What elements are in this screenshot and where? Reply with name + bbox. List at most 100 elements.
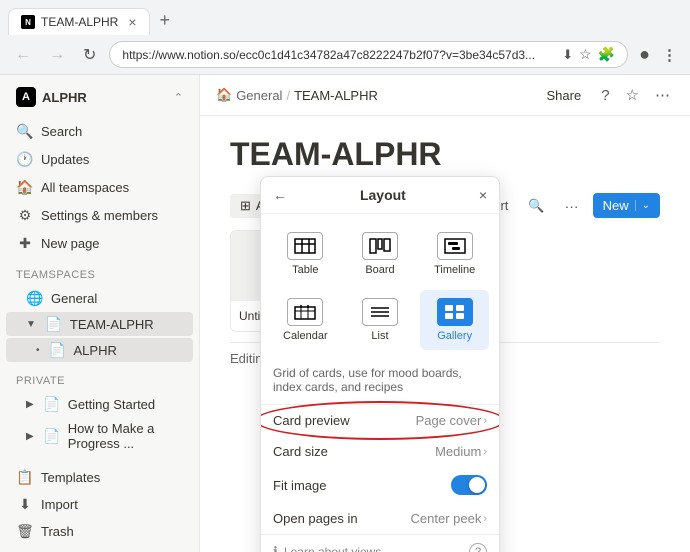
workspace-header[interactable]: A ALPHR ⌃ <box>6 79 193 115</box>
forward-button[interactable]: → <box>44 43 70 67</box>
popup-back-button[interactable]: ← <box>273 187 287 203</box>
layout-option-list[interactable]: List <box>346 290 415 350</box>
content-area: TEAM-ALPHR ⊞ ALPHR ⌄ Filter Sort 🔍 ··· N… <box>200 116 690 552</box>
sidebar-item-team-alphr[interactable]: ▼ 📄 TEAM-ALPHR <box>6 312 193 336</box>
sidebar-item-label: Getting Started <box>68 397 183 412</box>
tab-favicon: N <box>21 15 35 29</box>
tab-bar: N TEAM-ALPHR × + <box>0 0 690 35</box>
fit-image-label: Fit image <box>273 478 451 493</box>
board-layout-icon <box>362 232 398 260</box>
sidebar-item-label: Trash <box>41 524 183 539</box>
import-icon: ⬇ <box>16 495 34 513</box>
popup-rows-container: Card preview Page cover › Card size M <box>261 405 499 534</box>
updates-icon: 🕐 <box>16 150 34 168</box>
sidebar-item-trash[interactable]: 🗑 Trash <box>6 518 193 544</box>
sidebar-item-new-page[interactable]: ✚ New page <box>6 230 193 256</box>
popup-row-card-preview[interactable]: Card preview Page cover › <box>261 405 499 436</box>
sidebar-item-label: Import <box>41 497 183 512</box>
timeline-layout-icon <box>437 232 473 260</box>
calendar-layout-icon <box>287 298 323 326</box>
popup-header: ← Layout × <box>261 177 499 214</box>
layout-option-gallery[interactable]: Gallery <box>420 290 489 350</box>
card-preview-value: Page cover › <box>416 413 487 428</box>
help-button[interactable]: ? <box>469 543 487 552</box>
alphr-icon: 📄 <box>49 341 67 359</box>
new-button[interactable]: New ⌄ <box>593 193 660 218</box>
sidebar-item-label: Templates <box>41 470 183 485</box>
layout-option-label: Table <box>292 264 318 276</box>
breadcrumb-home-icon: 🏠 <box>216 87 232 103</box>
new-button-label: New <box>603 198 629 213</box>
list-layout-icon <box>362 298 398 326</box>
extension-icon[interactable]: 🧩 <box>598 46 615 63</box>
open-pages-label: Open pages in <box>273 511 411 526</box>
new-page-icon: ✚ <box>16 234 34 252</box>
layout-option-calendar[interactable]: Calendar <box>271 290 340 350</box>
sidebar-item-progress[interactable]: ▶ 📄 How to Make a Progress ... <box>6 418 193 454</box>
gallery-layout-icon <box>437 298 473 326</box>
main-content: 🏠 General / TEAM-ALPHR Share ? ☆ ⋯ TEAM-… <box>200 75 690 552</box>
page-title: TEAM-ALPHR <box>230 136 660 173</box>
address-bar[interactable]: https://www.notion.so/ecc0c1d41c34782a47… <box>109 41 628 68</box>
layout-option-table[interactable]: Table <box>271 224 340 284</box>
templates-icon: 📋 <box>16 468 34 486</box>
sidebar-item-search[interactable]: 🔍 Search <box>6 118 193 144</box>
sidebar-item-general[interactable]: 🌐 General <box>6 286 193 310</box>
star-icon[interactable]: ☆ <box>579 46 592 63</box>
sidebar-item-templates[interactable]: 📋 Templates <box>6 464 193 490</box>
layout-option-label: Calendar <box>283 330 328 342</box>
layout-option-board[interactable]: Board <box>346 224 415 284</box>
sidebar-item-label: Settings & members <box>41 208 183 223</box>
breadcrumb-general: General <box>236 88 282 103</box>
popup-row-open-pages[interactable]: Open pages in Center peek › <box>261 503 499 534</box>
search-button[interactable]: 🔍 <box>522 195 550 217</box>
sidebar-item-updates[interactable]: 🕐 Updates <box>6 146 193 172</box>
new-tab-button[interactable]: + <box>152 6 179 35</box>
private-section-label: Private <box>0 367 199 391</box>
nav-bar: ← → ↻ https://www.notion.so/ecc0c1d41c34… <box>0 35 690 74</box>
teamspaces-section-label: Teamspaces <box>0 261 199 285</box>
workspace-icon: A <box>16 87 36 107</box>
learn-about-views-link[interactable]: Learn about views <box>284 545 463 552</box>
refresh-button[interactable]: ↻ <box>78 42 101 68</box>
new-button-chevron-icon: ⌄ <box>635 200 650 211</box>
sidebar-item-import[interactable]: ⬇ Import <box>6 491 193 517</box>
sidebar-item-label: How to Make a Progress ... <box>68 421 183 451</box>
fit-image-toggle[interactable] <box>451 475 487 495</box>
workspace-chevron-icon: ⌃ <box>174 91 183 104</box>
settings-icon: ⚙ <box>16 206 34 224</box>
history-icon[interactable]: ? <box>597 84 613 107</box>
table-layout-icon <box>287 232 323 260</box>
progress-icon: 📄 <box>43 427 61 445</box>
chevron-right-icon: › <box>483 415 487 427</box>
search-icon: 🔍 <box>16 122 34 140</box>
info-icon: ℹ <box>273 544 278 552</box>
sidebar-item-alphr[interactable]: • 📄 ALPHR <box>6 338 193 362</box>
popup-row-card-size[interactable]: Card size Medium › <box>261 436 499 467</box>
more-options-icon[interactable]: ⋯ <box>651 83 674 107</box>
popup-row-fit-image[interactable]: Fit image <box>261 467 499 503</box>
card-size-label: Card size <box>273 444 435 459</box>
profile-icon[interactable]: ● <box>636 41 653 68</box>
menu-icon[interactable]: ⋮ <box>659 43 680 67</box>
tab-close-button[interactable]: × <box>128 15 136 29</box>
share-button[interactable]: Share <box>539 85 590 106</box>
layout-option-label: Timeline <box>434 264 475 276</box>
card-size-value: Medium › <box>435 444 487 459</box>
sidebar-item-settings[interactable]: ⚙ Settings & members <box>6 202 193 228</box>
toggle-knob <box>469 477 485 493</box>
more-options-button[interactable]: ··· <box>559 195 585 217</box>
getting-started-icon: 📄 <box>43 395 61 413</box>
layout-option-timeline[interactable]: Timeline <box>420 224 489 284</box>
back-button[interactable]: ← <box>10 43 36 67</box>
gallery-view-icon: ⊞ <box>240 198 251 214</box>
chevron-down-icon: ▼ <box>26 319 36 330</box>
sidebar-item-teamspaces[interactable]: 🏠 All teamspaces <box>6 174 193 200</box>
bottom-items: 📋 Templates ⬇ Import 🗑 Trash <box>0 463 199 545</box>
active-tab[interactable]: N TEAM-ALPHR × <box>8 8 150 35</box>
popup-close-button[interactable]: × <box>479 187 487 203</box>
app-container: A ALPHR ⌃ 🔍 Search 🕐 Updates 🏠 All teams… <box>0 75 690 552</box>
sidebar-item-getting-started[interactable]: ▶ 📄 Getting Started <box>6 392 193 416</box>
star-icon[interactable]: ☆ <box>622 83 643 107</box>
top-bar: 🏠 General / TEAM-ALPHR Share ? ☆ ⋯ <box>200 75 690 116</box>
